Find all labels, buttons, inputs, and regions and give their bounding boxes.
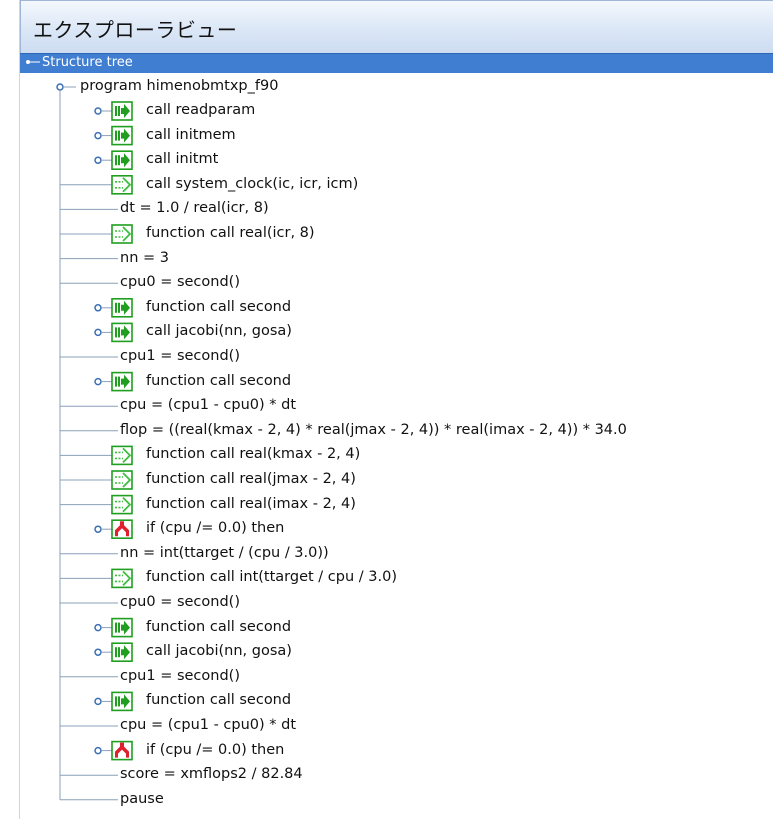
call-arrow-icon (111, 297, 133, 318)
expander-icon[interactable] (94, 377, 102, 386)
external-call-icon (111, 224, 133, 244)
tree-node-label[interactable]: pause (120, 790, 164, 808)
tree-node-label[interactable]: cpu0 = second() (120, 593, 240, 611)
tree-node-label[interactable]: nn = int(ttarget / (cpu / 3.0)) (120, 544, 329, 562)
external-call-icon (111, 175, 133, 195)
tree-node-label[interactable]: call initmt (146, 150, 218, 168)
external-call-icon (111, 445, 133, 466)
expander-icon[interactable] (94, 623, 102, 632)
external-call-icon (111, 494, 133, 515)
tree-node-label[interactable]: cpu1 = second() (120, 667, 240, 685)
program-expander-icon[interactable] (56, 83, 64, 91)
call-arrow-icon (111, 101, 133, 121)
expander-icon[interactable] (94, 525, 102, 533)
tree-node-label[interactable]: cpu = (cpu1 - cpu0) * dt (120, 716, 296, 734)
tree-node-label[interactable]: function call second (146, 618, 291, 636)
tree-node-label[interactable]: cpu0 = second() (120, 273, 240, 291)
tree-node-label[interactable]: dt = 1.0 / real(icr, 8) (120, 199, 269, 217)
tree-node-label[interactable]: if (cpu /= 0.0) then (146, 519, 284, 537)
if-branch-icon (111, 519, 133, 540)
expander-icon[interactable] (94, 304, 102, 312)
tree-node-label[interactable]: function call real(icr, 8) (146, 224, 315, 242)
explorer-view-panel: エクスプローラビュー Structure tree program himeno… (19, 0, 773, 819)
tree-node-label[interactable]: call readparam (146, 101, 255, 119)
tree-node-label[interactable]: flop = ((real(kmax - 2, 4) * real(jmax -… (120, 421, 627, 439)
expander-icon[interactable] (94, 697, 102, 706)
external-call-icon (111, 568, 133, 589)
call-arrow-icon (111, 691, 133, 712)
tree-node-label[interactable]: function call real(jmax - 2, 4) (146, 470, 356, 488)
expander-icon[interactable] (94, 328, 102, 337)
tree-node-label[interactable]: call initmem (146, 126, 236, 144)
expander-icon[interactable] (94, 107, 102, 115)
call-arrow-icon (111, 371, 133, 392)
tree-node-label[interactable]: function call second (146, 691, 291, 709)
tree-node-label[interactable]: cpu1 = second() (120, 347, 240, 365)
tree-node-label[interactable]: function call second (146, 372, 291, 390)
call-arrow-icon (111, 642, 133, 663)
tree-node-label[interactable]: function call real(kmax - 2, 4) (146, 445, 360, 463)
external-call-icon (111, 470, 133, 490)
tree-node-label[interactable]: function call int(ttarget / cpu / 3.0) (146, 568, 397, 586)
root-expander-icon[interactable] (26, 60, 30, 64)
tree-node-label[interactable]: call jacobi(nn, gosa) (146, 642, 292, 660)
tree-node-label[interactable]: nn = 3 (120, 249, 169, 267)
tree-node-label[interactable]: function call real(imax - 2, 4) (146, 495, 356, 513)
expander-icon[interactable] (94, 648, 102, 656)
program-node-label[interactable]: program himenobmtxp_f90 (80, 77, 278, 95)
tree-node-label[interactable]: call jacobi(nn, gosa) (146, 322, 292, 340)
tree-node-label[interactable]: if (cpu /= 0.0) then (146, 741, 284, 759)
call-arrow-icon (111, 617, 133, 638)
expander-icon[interactable] (94, 156, 102, 164)
expander-icon[interactable] (94, 746, 102, 755)
call-arrow-icon (111, 150, 133, 170)
tree-node-label[interactable]: call system_clock(ic, icr, icm) (146, 175, 358, 193)
tree-node-label[interactable]: cpu = (cpu1 - cpu0) * dt (120, 396, 296, 414)
expander-icon[interactable] (94, 131, 102, 140)
call-arrow-icon (111, 125, 133, 146)
if-branch-icon (111, 740, 133, 761)
tree-node-label[interactable]: score = xmflops2 / 82.84 (120, 765, 303, 783)
call-arrow-icon (111, 322, 133, 343)
tree-node-label[interactable]: function call second (146, 298, 291, 316)
